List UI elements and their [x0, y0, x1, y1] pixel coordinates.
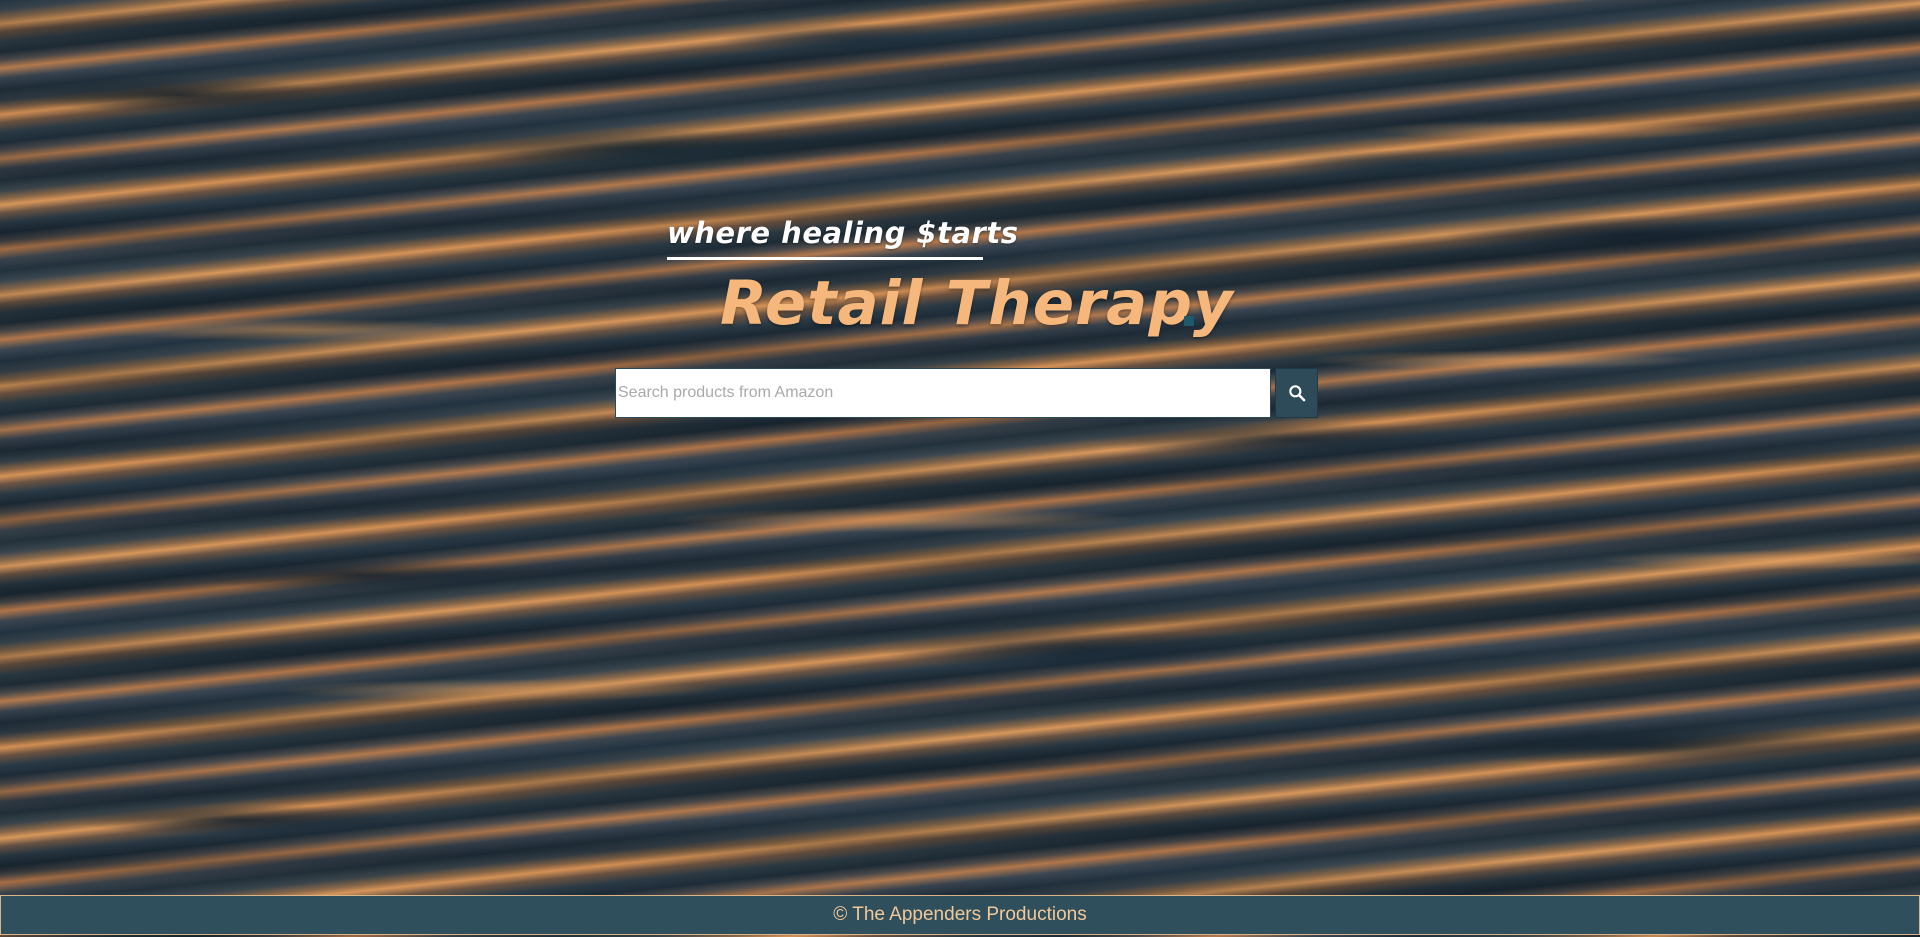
tagline-underline — [667, 257, 983, 260]
hero-section: where healing $tarts Retail Therapy — [0, 0, 1920, 895]
search-input[interactable] — [615, 368, 1271, 418]
page-background: where healing $tarts Retail Therapy © Th… — [0, 0, 1920, 937]
tagline: where healing $tarts — [667, 216, 1019, 250]
title-accent-dot — [1184, 316, 1194, 326]
search-icon — [1288, 385, 1305, 402]
search-button[interactable] — [1275, 368, 1318, 418]
footer: © The Appenders Productions — [0, 895, 1920, 935]
page-title: Retail Therapy — [720, 268, 1234, 339]
footer-copyright: © The Appenders Productions — [833, 904, 1087, 925]
search-form — [615, 368, 1318, 418]
